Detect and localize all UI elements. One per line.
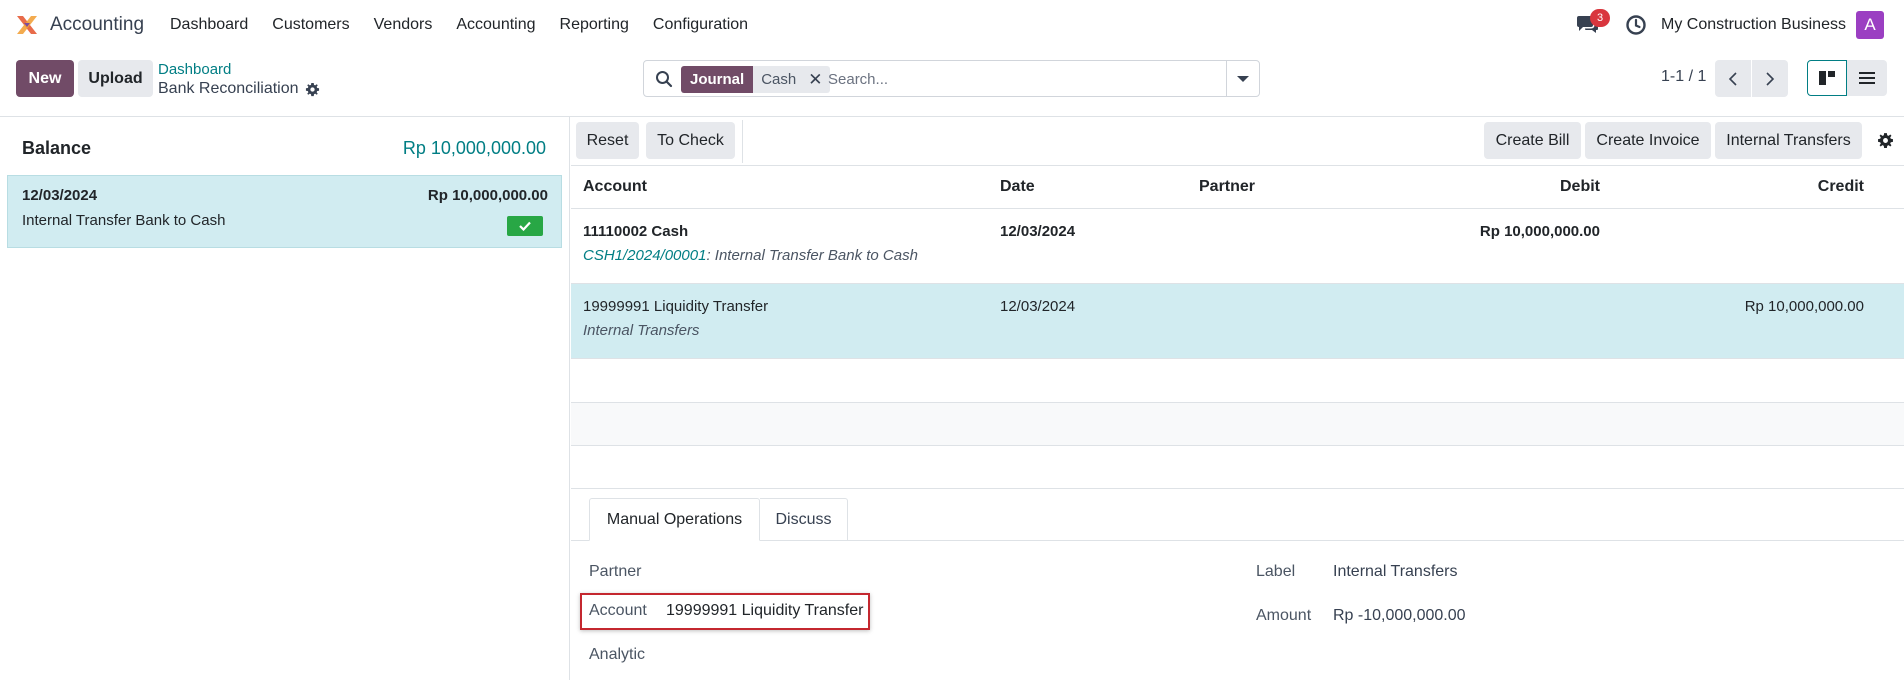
table-row-selected[interactable]: 19999991 Liquidity Transfer Internal Tra… (571, 284, 1904, 359)
search-facet-journal: Journal Cash ✕ (681, 66, 831, 93)
company-switcher[interactable]: My Construction Business (1661, 16, 1846, 34)
search-icon (656, 71, 673, 88)
facet-label: Journal (681, 66, 754, 93)
statement-label: Internal Transfer Bank to Cash (22, 212, 226, 229)
notebook-tabs: Manual Operations Discuss (571, 498, 1904, 541)
list-view-button[interactable] (1847, 60, 1887, 96)
account-field[interactable]: 19999991 Liquidity Transfer (666, 602, 863, 620)
move-reference-link[interactable]: CSH1/2024/00001 (583, 247, 706, 264)
tab-discuss[interactable]: Discuss (760, 498, 848, 541)
column-date: Date (1000, 178, 1035, 195)
statement-date: 12/03/2024 (22, 187, 98, 204)
chevron-left-icon (1728, 71, 1737, 86)
row-subtitle: CSH1/2024/00001: Internal Transfer Bank … (583, 247, 918, 264)
message-count-badge: 3 (1590, 9, 1610, 27)
search-options-toggle[interactable] (1226, 61, 1259, 96)
tab-manual-operations[interactable]: Manual Operations (589, 498, 760, 541)
search-input[interactable] (828, 66, 1213, 93)
reconciliation-panel: Reset To Check Create Bill Create Invoic… (571, 117, 1904, 680)
statement-lines-panel: Balance Rp 10,000,000.00 12/03/2024 Rp 1… (0, 117, 570, 680)
analytic-field-label: Analytic (589, 646, 646, 663)
menu-dashboard[interactable]: Dashboard (170, 16, 248, 34)
chevron-right-icon (1766, 71, 1775, 86)
empty-table-row (571, 360, 1904, 403)
reconciled-check-icon (507, 216, 543, 236)
main-menu: Dashboard Customers Vendors Accounting R… (170, 16, 772, 34)
create-invoice-button[interactable]: Create Invoice (1585, 122, 1711, 159)
facet-value: Cash ✕ (753, 66, 831, 93)
internal-transfers-button[interactable]: Internal Transfers (1715, 122, 1862, 159)
label-field[interactable]: Internal Transfers (1333, 563, 1458, 581)
breadcrumb-dashboard[interactable]: Dashboard (158, 61, 231, 78)
kanban-icon (1819, 71, 1835, 85)
reset-button[interactable]: Reset (576, 122, 639, 159)
row-account: 11110002 Cash (583, 223, 689, 240)
menu-accounting[interactable]: Accounting (456, 16, 535, 34)
reconcile-toolbar: Reset To Check Create Bill Create Invoic… (571, 117, 1904, 166)
top-navbar: Accounting Dashboard Customers Vendors A… (0, 0, 1904, 50)
column-partner: Partner (1199, 178, 1256, 195)
empty-table-row (571, 403, 1904, 446)
row-credit: Rp 10,000,000.00 (1744, 298, 1864, 315)
pager-previous-button[interactable] (1715, 60, 1751, 97)
pager-next-button[interactable] (1752, 60, 1788, 97)
empty-table-row (571, 446, 1904, 489)
breadcrumb-current: Bank Reconciliation (158, 80, 320, 98)
to-check-button[interactable]: To Check (646, 122, 735, 159)
account-field-label: Account (589, 602, 647, 619)
partner-field-label: Partner (589, 563, 642, 580)
menu-reporting[interactable]: Reporting (560, 16, 629, 34)
row-label: : Internal Transfer Bank to Cash (706, 247, 918, 264)
table-row[interactable]: 11110002 Cash CSH1/2024/00001: Internal … (571, 209, 1904, 284)
column-debit: Debit (1560, 178, 1600, 195)
column-account: Account (583, 178, 647, 195)
row-account: 19999991 Liquidity Transfer (583, 298, 769, 315)
table-header: Account Date Partner Debit Credit (571, 166, 1904, 209)
create-bill-button[interactable]: Create Bill (1484, 122, 1581, 159)
pager-value[interactable]: 1-1 / 1 (1661, 68, 1706, 86)
label-field-label: Label (1256, 563, 1296, 580)
facet-value-text: Cash (761, 71, 797, 88)
amount-field[interactable]: Rp -10,000,000.00 (1333, 607, 1466, 625)
user-avatar[interactable]: A (1856, 11, 1884, 39)
chevron-down-icon (1237, 75, 1249, 82)
search-bar: Journal Cash ✕ (643, 60, 1260, 97)
menu-vendors[interactable]: Vendors (374, 16, 433, 34)
balance-label: Balance (22, 138, 92, 158)
gear-icon[interactable] (305, 82, 320, 97)
amount-field-label: Amount (1256, 607, 1312, 624)
app-logo-icon[interactable] (15, 13, 39, 37)
app-name[interactable]: Accounting (50, 14, 144, 36)
row-date: 12/03/2024 (1000, 223, 1076, 240)
upload-button[interactable]: Upload (78, 60, 153, 97)
page-title: Bank Reconciliation (158, 80, 299, 97)
close-icon[interactable]: ✕ (808, 66, 822, 93)
list-icon (1859, 72, 1875, 84)
row-date: 12/03/2024 (1000, 298, 1076, 315)
menu-customers[interactable]: Customers (272, 16, 349, 34)
column-credit: Credit (1817, 178, 1864, 195)
row-label: Internal Transfers (583, 322, 700, 339)
activity-clock-icon[interactable] (1625, 14, 1647, 36)
menu-configuration[interactable]: Configuration (653, 16, 748, 34)
toolbar-separator (742, 120, 743, 163)
kanban-view-button[interactable] (1807, 60, 1847, 96)
statement-amount: Rp 10,000,000.00 (427, 187, 548, 204)
balance-amount: Rp 10,000,000.00 (402, 138, 546, 158)
new-button[interactable]: New (16, 60, 74, 97)
statement-line-card[interactable]: 12/03/2024 Rp 10,000,000.00 Internal Tra… (7, 175, 562, 248)
settings-gear-icon[interactable] (1877, 132, 1894, 149)
row-debit: Rp 10,000,000.00 (1479, 223, 1600, 240)
